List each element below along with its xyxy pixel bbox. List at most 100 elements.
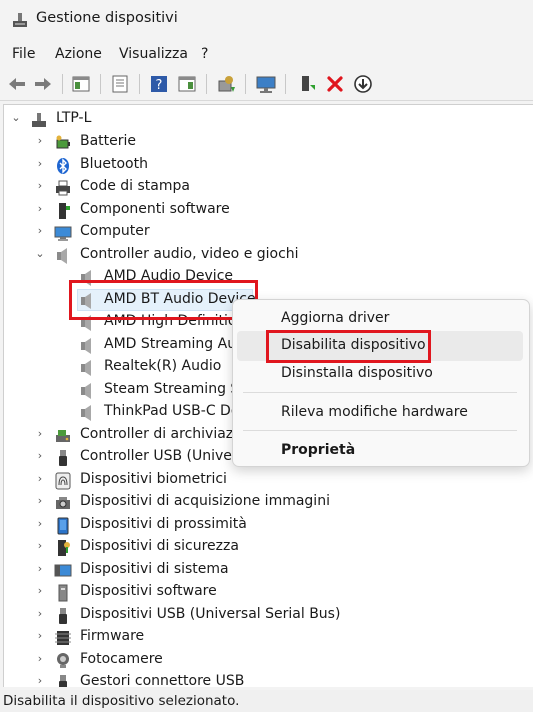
toolbar-separator — [245, 74, 246, 94]
usb-icon — [54, 607, 72, 625]
chevron-down-icon[interactable]: ⌄ — [10, 112, 22, 124]
software-device-icon — [54, 584, 72, 602]
chevron-right-icon[interactable]: › — [34, 518, 46, 530]
uninstall-device-icon[interactable] — [324, 73, 346, 95]
tree-category-label: Bluetooth — [80, 156, 148, 172]
tree-category[interactable]: › Firmware — [4, 626, 533, 648]
tree-category-label: Componenti software — [80, 201, 230, 217]
security-device-icon — [54, 539, 72, 557]
chevron-right-icon[interactable]: › — [34, 495, 46, 507]
context-menu: Aggiorna driver Disabilita dispositivo D… — [232, 299, 530, 467]
menu-bar: File Azione Visualizza ? — [0, 40, 533, 68]
tree-device-label: AMD Streaming Aud — [104, 336, 245, 352]
usb-icon — [54, 449, 72, 467]
toolbar-separator — [139, 74, 140, 94]
tree-category[interactable]: › Batterie — [4, 131, 533, 153]
show-hide-console-tree-icon[interactable] — [70, 73, 92, 95]
status-text: Disabilita il dispositivo selezionato. — [3, 693, 240, 709]
software-component-icon — [54, 202, 72, 220]
tree-category[interactable]: › Dispositivi di sistema — [4, 559, 533, 581]
speaker-icon — [54, 247, 72, 265]
tree-category[interactable]: › Fotocamere — [4, 649, 533, 671]
tree-category[interactable]: › Dispositivi di prossimità — [4, 514, 533, 536]
chevron-right-icon[interactable]: › — [34, 653, 46, 665]
chevron-right-icon[interactable]: › — [34, 428, 46, 440]
chevron-right-icon[interactable]: › — [34, 540, 46, 552]
chevron-right-icon[interactable]: › — [34, 608, 46, 620]
tree-root[interactable]: ⌄ LTP-L — [4, 108, 533, 130]
title-bar: Gestione dispositivi — [0, 0, 533, 40]
tree-category[interactable]: › Dispositivi software — [4, 581, 533, 603]
svg-text:?: ? — [156, 78, 163, 93]
toolbar-separator — [206, 74, 207, 94]
toolbar-separator — [62, 74, 63, 94]
chevron-right-icon[interactable]: › — [34, 225, 46, 237]
forward-arrow-icon[interactable] — [32, 73, 54, 95]
tree-device-label: ThinkPad USB-C Doc — [104, 403, 248, 419]
chevron-right-icon[interactable]: › — [34, 203, 46, 215]
tree-category[interactable]: › Bluetooth — [4, 154, 533, 176]
update-driver-icon[interactable] — [215, 73, 237, 95]
back-arrow-icon[interactable] — [6, 73, 28, 95]
menu-azione[interactable]: Azione — [55, 46, 102, 62]
chevron-right-icon[interactable]: › — [34, 630, 46, 642]
chevron-right-icon[interactable]: › — [34, 563, 46, 575]
tree-category[interactable]: › Code di stampa — [4, 176, 533, 198]
storage-controller-icon — [54, 427, 72, 445]
tree-category[interactable]: › Dispositivi biometrici — [4, 469, 533, 491]
menu-help[interactable]: ? — [201, 46, 208, 62]
chevron-down-icon[interactable]: ⌄ — [34, 248, 46, 260]
help-icon[interactable]: ? — [148, 73, 170, 95]
printer-icon — [54, 179, 72, 197]
annotation-highlight-device — [69, 280, 258, 320]
webcam-icon — [54, 652, 72, 670]
action-pane-icon[interactable] — [176, 73, 198, 95]
chevron-right-icon[interactable]: › — [34, 180, 46, 192]
properties-icon[interactable] — [109, 73, 131, 95]
tree-category-label: Controller di archiviazio — [80, 426, 246, 442]
tree-category-expanded[interactable]: ⌄ Controller audio, video e giochi — [4, 244, 533, 266]
tree-category-label: Dispositivi biometrici — [80, 471, 227, 487]
proximity-icon — [54, 517, 72, 535]
battery-icon — [54, 134, 72, 152]
add-device-icon[interactable] — [296, 73, 318, 95]
tree-category-label: Batterie — [80, 133, 137, 149]
tree-category[interactable]: › Dispositivi USB (Universal Serial Bus) — [4, 604, 533, 626]
window-title: Gestione dispositivi — [36, 10, 178, 26]
tree-category[interactable]: › Dispositivi di acquisizione immagini — [4, 491, 533, 513]
tree-category-label: Gestori connettore USB — [80, 673, 245, 687]
firmware-icon — [54, 629, 72, 647]
chevron-right-icon[interactable]: › — [34, 585, 46, 597]
camera-scanner-icon — [54, 494, 72, 512]
tree-category[interactable]: › Computer — [4, 221, 533, 243]
chevron-right-icon[interactable]: › — [34, 450, 46, 462]
toolbar-separator — [285, 74, 286, 94]
tree-category-label: Controller audio, video e giochi — [80, 246, 299, 262]
bluetooth-icon — [54, 157, 72, 175]
scan-hardware-icon[interactable] — [255, 73, 277, 95]
speaker-icon — [78, 359, 96, 377]
tree-category[interactable]: › Gestori connettore USB — [4, 671, 533, 687]
chevron-right-icon[interactable]: › — [34, 675, 46, 687]
menu-separator — [243, 392, 517, 393]
toolbar: ? — [0, 68, 533, 101]
menu-visualizza[interactable]: Visualizza — [119, 46, 188, 62]
annotation-highlight-menu-item — [266, 330, 431, 363]
tree-category-label: Dispositivi software — [80, 583, 217, 599]
tree-category[interactable]: › Componenti software — [4, 199, 533, 221]
disable-device-icon[interactable] — [352, 73, 374, 95]
tree-device-label: Realtek(R) Audio — [104, 358, 222, 374]
tree-category[interactable]: › Dispositivi di sicurezza — [4, 536, 533, 558]
menu-item-rileva-modifiche-hardware[interactable]: Rileva modifiche hardware — [237, 398, 523, 428]
chevron-right-icon[interactable]: › — [34, 135, 46, 147]
tree-category-label: Dispositivi di acquisizione immagini — [80, 493, 330, 509]
computer-icon — [54, 224, 72, 242]
system-device-icon — [54, 562, 72, 580]
menu-file[interactable]: File — [12, 46, 35, 62]
chevron-right-icon[interactable]: › — [34, 158, 46, 170]
chevron-right-icon[interactable]: › — [34, 473, 46, 485]
menu-item-disinstalla-dispositivo[interactable]: Disinstalla dispositivo — [237, 359, 523, 389]
tree-device-label: Steam Streaming Sp — [104, 381, 249, 397]
tree-category-label: Dispositivi di sistema — [80, 561, 229, 577]
menu-item-proprieta[interactable]: Proprietà — [237, 436, 523, 466]
